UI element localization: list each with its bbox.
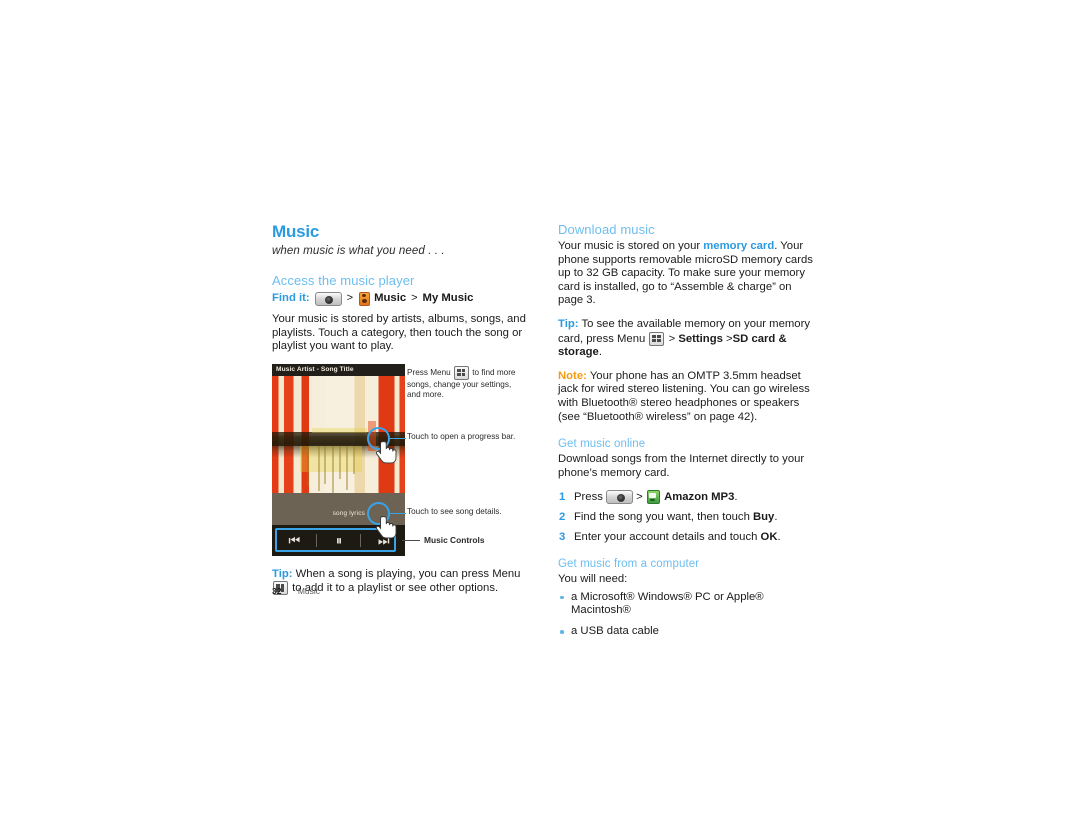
list-item: a USB data cable: [558, 625, 816, 639]
get-music-online-steps: 1 Press > Amazon MP3. 2 Find the song yo…: [558, 490, 816, 544]
page-title: Music: [272, 222, 320, 241]
hand-cursor-icon: [376, 440, 397, 464]
find-it-label: Find it:: [272, 292, 310, 304]
step-number: 2: [559, 511, 566, 524]
step-text-after: .: [734, 491, 738, 504]
get-music-computer-requirements: a Microsoft® Windows® PC or Apple® Macin…: [558, 591, 816, 639]
tip-settings-label: Settings: [678, 332, 723, 345]
phone-title-bar: Music Artist - Song Title: [272, 363, 405, 376]
step-text-before: Find the song you want, then touch: [574, 511, 750, 524]
step-path-separator: >: [636, 491, 643, 504]
find-it-app-label: Music: [374, 292, 407, 304]
get-music-online-intro: Download songs from the Internet directl…: [558, 453, 805, 479]
get-music-computer-intro: You will need:: [558, 573, 628, 586]
tip-lead-label: Tip:: [272, 567, 293, 580]
list-item: a Microsoft® Windows® PC or Apple® Macin…: [558, 591, 816, 618]
callout-progress-bar: Touch to open a progress bar.: [407, 431, 516, 441]
tip-text-after: to add it to a playlist or see other opt…: [292, 582, 499, 595]
right-note-paragraph: Note: Your phone has an OMTP 3.5mm heads…: [558, 370, 816, 424]
memory-card-link[interactable]: memory card: [703, 240, 774, 252]
manual-page: Music when music is what you need . . . …: [0, 0, 1080, 834]
leader-line-progress: [390, 437, 406, 440]
note-text: Your phone has an OMTP 3.5mm headset jac…: [558, 369, 810, 423]
step-text-before: Press: [574, 491, 603, 504]
music-app-icon: [359, 291, 371, 306]
access-music-player-paragraph: Your music is stored by artists, albums,…: [272, 313, 526, 353]
step-app-label: Amazon MP3: [664, 491, 735, 504]
callout-music-controls: Music Controls: [424, 534, 485, 545]
step-number: 3: [559, 531, 566, 544]
amazon-mp3-icon: [646, 490, 660, 505]
page-number: 32: [272, 586, 282, 596]
step-item: 1 Press > Amazon MP3.: [558, 490, 816, 505]
tip-lead-label: Tip:: [558, 317, 579, 330]
step-item: 2 Find the song you want, then touch Buy…: [558, 510, 816, 524]
leader-line-details: [390, 512, 406, 515]
left-column: Music when music is what you need . . . …: [272, 222, 530, 606]
step-text-after: .: [774, 511, 778, 524]
step-text-after: .: [777, 531, 781, 544]
section-heading-access-music-player: Access the music player: [272, 273, 415, 288]
section-heading-download-music: Download music: [558, 222, 655, 237]
step-action-label: OK: [760, 531, 778, 544]
leader-line-controls: [402, 539, 420, 542]
callout-song-details: Touch to see song details.: [407, 506, 502, 516]
step-action-label: Buy: [753, 511, 775, 524]
page-footer: 32 Music: [272, 586, 320, 596]
intro-part1: Your music is stored on your: [558, 240, 704, 252]
menu-key-icon: [649, 331, 665, 346]
subsection-heading-get-music-online: Get music online: [558, 438, 646, 451]
home-key-icon: [606, 490, 634, 505]
chapter-tagline: when music is what you need . . .: [272, 245, 445, 257]
home-key-icon: [314, 291, 342, 306]
find-it-path: Find it: > Music > My Music: [272, 291, 530, 306]
download-music-intro: Your music is stored on your memory card…: [558, 240, 816, 308]
step-item: 3 Enter your account details and touch O…: [558, 530, 816, 544]
tip-text-before: When a song is playing, you can press Me…: [295, 567, 521, 580]
step-number: 1: [559, 491, 566, 504]
tip-text-after: .: [598, 346, 602, 359]
callout-menu-text-before: Press Menu: [407, 367, 451, 377]
lyrics-label: song lyrics: [332, 509, 365, 517]
right-column: Download music Your music is stored on y…: [558, 222, 816, 646]
note-lead-label: Note:: [558, 369, 587, 382]
path-separator-2: >: [411, 292, 418, 304]
right-tip-paragraph: Tip: To see the available memory on your…: [558, 318, 816, 360]
subsection-heading-get-music-from-computer: Get music from a computer: [558, 558, 700, 571]
music-player-figure: Music Artist - Song Title song lyrics ⏮ …: [272, 363, 530, 560]
hand-cursor-icon: [376, 515, 397, 539]
find-it-destination: My Music: [422, 292, 474, 304]
tip-path-separator-1: >: [668, 332, 676, 345]
menu-key-icon: [453, 365, 469, 380]
tip-path-separator-2: >: [726, 332, 733, 345]
footer-chapter-label: Music: [297, 586, 321, 596]
path-separator-1: >: [346, 292, 354, 304]
callout-menu: Press Menu to find more songs, change yo…: [407, 365, 519, 401]
step-text-before: Enter your account details and touch: [574, 531, 758, 544]
